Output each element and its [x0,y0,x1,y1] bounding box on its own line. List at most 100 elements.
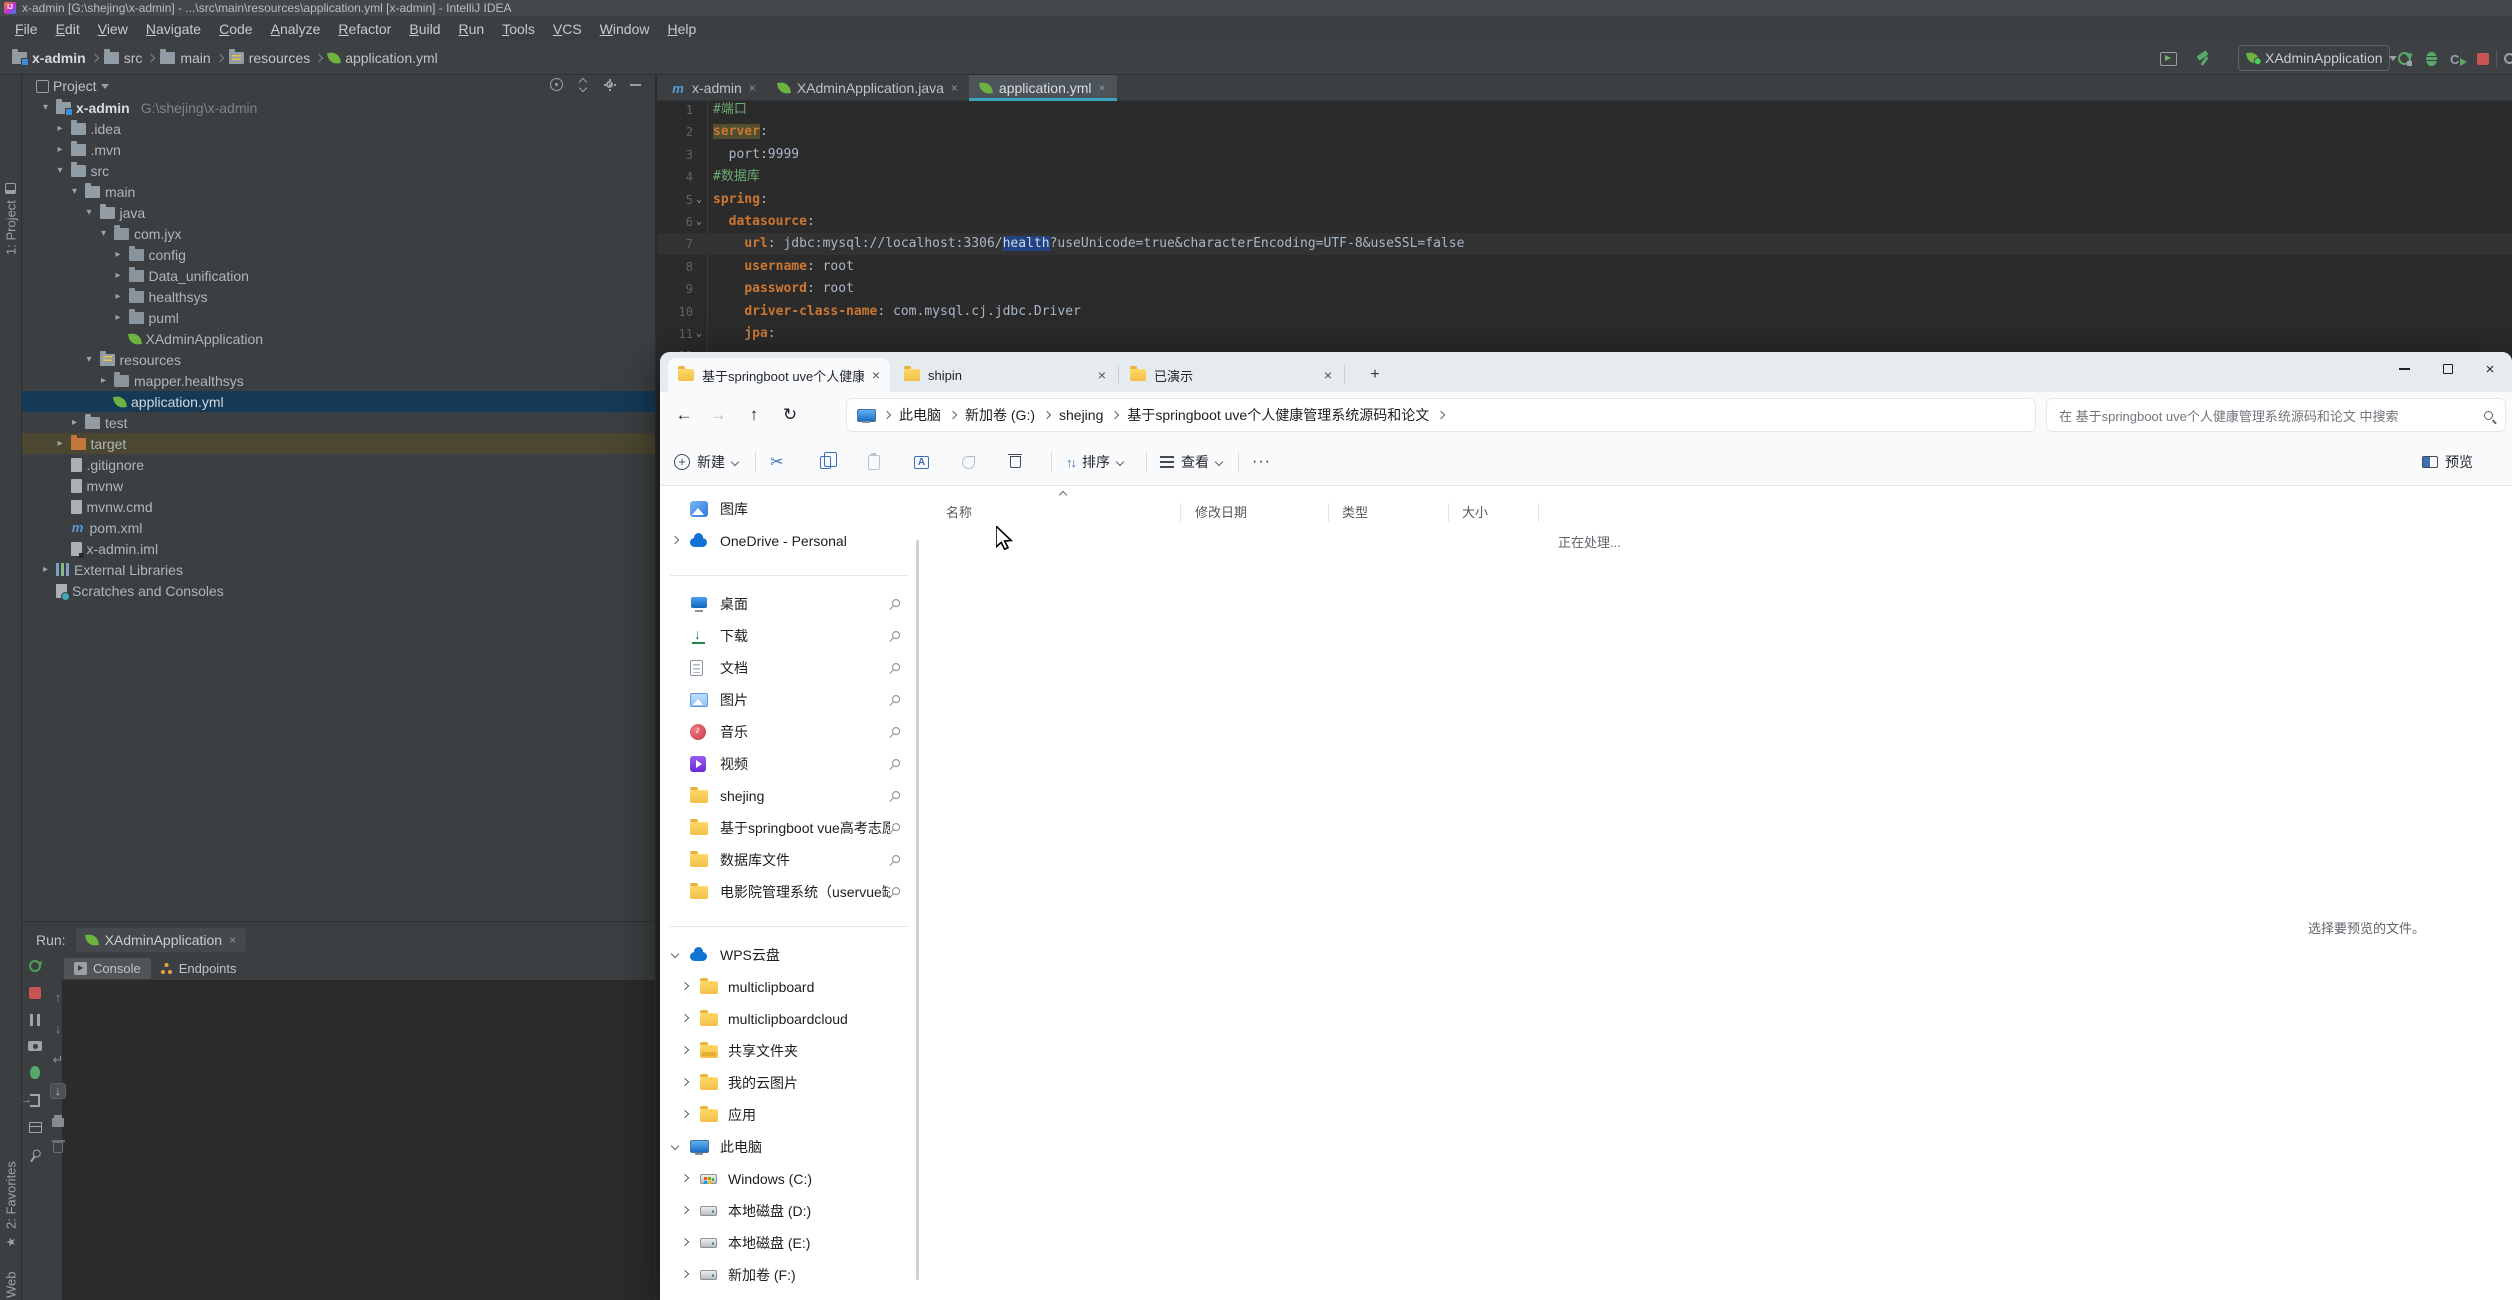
new-tab-button[interactable]: + [1362,362,1388,388]
refresh-button[interactable]: ↻ [776,401,804,429]
chevron-down-icon[interactable] [670,949,680,959]
tool-window-project[interactable]: 1: Project [0,155,22,255]
menu-help[interactable]: Help [658,21,705,37]
column-divider[interactable] [1180,503,1181,522]
sidebar-item-文档[interactable]: 文档 [660,652,912,684]
rerun-icon[interactable] [29,960,41,972]
hide-panel-icon[interactable] [630,83,641,86]
soft-wrap-icon[interactable]: ↵ [50,1052,66,1068]
tree-arrow-icon[interactable]: ▸ [98,375,109,386]
cut-button[interactable]: ✂ [770,446,783,478]
minimize-button[interactable] [2382,352,2426,386]
menu-navigate[interactable]: Navigate [137,21,210,37]
address-crumb-shejing[interactable]: shejing [1059,407,1103,423]
preview-toggle-button[interactable]: 预览 [2422,446,2473,478]
tree-arrow-icon[interactable]: ▾ [84,354,95,365]
chevron-right-icon[interactable] [680,1269,690,1279]
menu-refactor[interactable]: Refactor [329,21,400,37]
column-divider[interactable] [1328,503,1329,522]
tree-item-src[interactable]: ▾ src [22,160,655,181]
tree-item-java[interactable]: ▾ java [22,202,655,223]
tree-arrow-icon[interactable]: ▾ [69,186,80,197]
tree-item-gitignore[interactable]: .gitignore [22,454,655,475]
sidebar-item-应用[interactable]: 应用 [660,1099,912,1131]
sidebar-item-本地磁盘-e[interactable]: 本地磁盘 (E:) [660,1227,912,1259]
fold-icon[interactable]: ⌄ [696,189,702,211]
tree-item-mapper-healthsys[interactable]: ▸ mapper.healthsys [22,370,655,391]
sidebar-item-multiclipboardcloud[interactable]: multiclipboardcloud [660,1003,912,1035]
breadcrumb-resources[interactable]: resources [228,49,310,66]
scroll-to-end-icon[interactable]: ↓ [50,1083,66,1099]
explorer-tab-基于springboot-uve个人健康管[interactable]: 基于springboot uve个人健康管 × [668,358,890,392]
menu-vcs[interactable]: VCS [544,21,591,37]
sidebar-scrollbar[interactable] [916,540,919,1280]
tree-item-x-admin[interactable]: ▾ x-admin G:\shejing\x-admin [22,97,655,118]
editor-tab-application-yml[interactable]: application.yml × [968,75,1117,101]
tree-arrow-icon[interactable]: ▸ [113,312,124,323]
tree-arrow-icon[interactable]: ▸ [113,249,124,260]
tree-arrow-icon[interactable]: ▸ [55,438,66,449]
chevron-down-icon[interactable] [670,1141,680,1151]
locate-file-icon[interactable] [550,78,563,91]
tree-arrow-icon[interactable]: ▸ [69,417,80,428]
code-line-10[interactable]: 10 driver-class-name: com.mysql.cj.jdbc.… [657,301,2512,323]
sidebar-item-本地磁盘-d[interactable]: 本地磁盘 (D:) [660,1195,912,1227]
tree-item-puml[interactable]: ▸ puml [22,307,655,328]
console-output[interactable] [62,980,655,1300]
tab-console[interactable]: Console [64,958,151,979]
tree-item-pom-xml[interactable]: m pom.xml [22,517,655,538]
sidebar-item-新加卷-f[interactable]: 新加卷 (F:) [660,1259,912,1291]
thread-dump-icon[interactable] [28,1041,42,1051]
close-button[interactable]: × [2468,352,2512,386]
column-divider[interactable] [1538,503,1539,522]
run-configuration-select[interactable]: XAdminApplication [2238,45,2397,71]
tool-window-web[interactable]: Web [0,1263,22,1300]
sidebar-item-基于springboot-vue高考志愿填[interactable]: 基于springboot vue高考志愿填 [660,812,912,844]
sidebar-item-windows-c[interactable]: Windows (C:) [660,1163,912,1195]
sidebar-item-共享文件夹[interactable]: 共享文件夹 [660,1035,912,1067]
menu-edit[interactable]: Edit [47,21,89,37]
menu-analyze[interactable]: Analyze [262,21,330,37]
pin-tab-icon[interactable] [24,1145,46,1167]
tree-arrow-icon[interactable]: ▸ [113,291,124,302]
tree-item-resources[interactable]: ▾ resources [22,349,655,370]
column-divider[interactable] [1448,503,1449,522]
code-line-9[interactable]: 9 password: root [657,278,2512,300]
breadcrumb-x-admin[interactable]: x-admin [12,49,86,66]
view-button[interactable]: 查看 [1160,446,1224,478]
down-stack-trace-icon[interactable]: ↓ [50,1021,66,1037]
back-button[interactable]: ← [670,401,698,429]
layout-settings-icon[interactable] [28,1122,42,1133]
tree-arrow-icon[interactable]: ▸ [40,564,51,575]
collapse-all-icon[interactable] [577,79,589,91]
sidebar-item-电影院管理系统-uservue缺[interactable]: 电影院管理系统（uservue缺） [660,876,912,908]
tree-arrow-icon[interactable]: ▸ [113,270,124,281]
address-crumb-基于springboot-uve个人健康管理系统源码和论文[interactable]: 基于springboot uve个人健康管理系统源码和论文 [1127,405,1429,425]
editor-tab-x-admin[interactable]: m x-admin × [660,75,767,101]
code-line-1[interactable]: 1 #端口 [657,99,2512,121]
copy-button[interactable] [820,446,837,478]
close-icon[interactable]: × [872,367,880,383]
chevron-right-icon[interactable] [680,1173,690,1183]
tree-item-data-unification[interactable]: ▸ Data_unification [22,265,655,286]
tree-item-mvnw-cmd[interactable]: mvnw.cmd [22,496,655,517]
stop-button[interactable] [2477,46,2489,71]
more-options-button[interactable]: ··· [1252,446,1271,478]
tree-item-test[interactable]: ▸ test [22,412,655,433]
sidebar-item-桌面[interactable]: 桌面 [660,588,912,620]
sidebar-item-我的云图片[interactable]: 我的云图片 [660,1067,912,1099]
code-line-11[interactable]: 11 ⌄ jpa: [657,323,2512,345]
up-button[interactable]: ↑ [740,401,768,429]
sidebar-item-音乐[interactable]: 音乐 [660,716,912,748]
tree-item-config[interactable]: ▸ config [22,244,655,265]
delete-button[interactable] [1008,446,1022,478]
close-icon[interactable]: × [1324,367,1332,383]
address-bar[interactable]: 此电脑 新加卷 (G:) shejing 基于springboot uve个人健康管理… [846,398,2036,432]
tab-endpoints[interactable]: Endpoints [151,958,247,979]
code-line-7[interactable]: 7 url: jdbc:mysql://localhost:3306/healt… [657,233,2512,256]
run-tab[interactable]: XAdminApplication × [75,928,247,952]
menu-code[interactable]: Code [210,21,261,37]
attach-debugger-icon[interactable] [30,1066,40,1079]
exit-icon[interactable] [21,1094,40,1107]
menu-view[interactable]: View [89,21,137,37]
